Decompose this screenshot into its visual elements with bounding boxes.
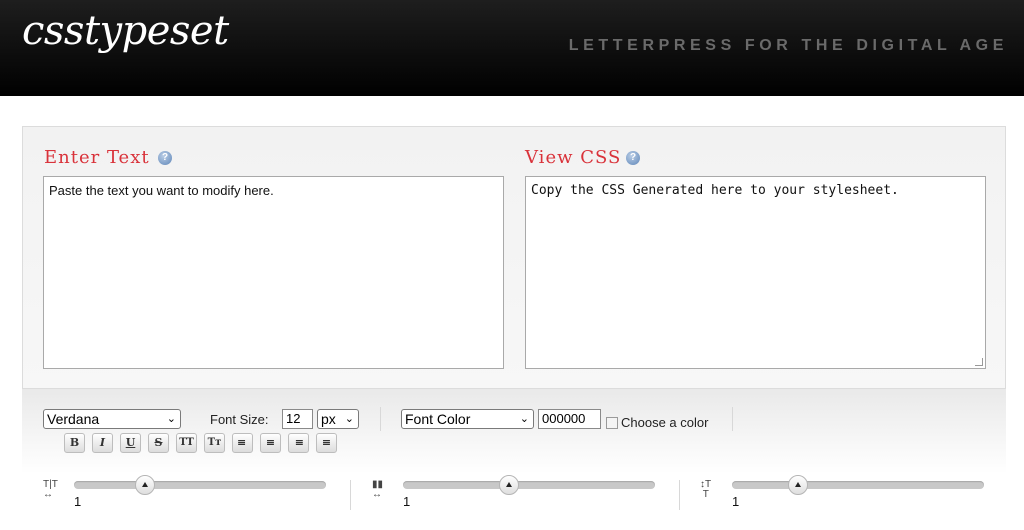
css-output-textarea[interactable]: Copy the CSS Generated here to your styl… (525, 176, 986, 369)
enter-text-placeholder: Paste the text you want to modify here. (49, 183, 274, 198)
line-height-icon: ↕T T (700, 479, 712, 500)
font-family-select[interactable]: Verdana ⌄ (43, 409, 181, 429)
uppercase-button[interactable]: TT (176, 433, 197, 453)
site-header: csstypeset LETTERPRESS FOR THE DIGITAL A… (0, 0, 1024, 96)
view-css-help-icon[interactable]: ? (626, 151, 640, 165)
font-size-label: Font Size: (210, 412, 269, 427)
enter-text-title: Enter Text (44, 147, 150, 168)
line-height-value: 1 (732, 494, 740, 509)
chevron-down-icon: ⌄ (166, 413, 176, 425)
toolbar-divider (732, 407, 733, 431)
align-left-button[interactable]: ≡ (232, 433, 253, 453)
letter-spacing-value: 1 (74, 494, 82, 509)
word-spacing-slider-handle[interactable] (498, 475, 519, 495)
chevron-down-icon: ⌄ (344, 413, 354, 425)
font-size-unit-value: px (321, 411, 336, 427)
italic-button[interactable]: I (92, 433, 113, 453)
font-color-hex-input[interactable]: 000000 (538, 409, 601, 429)
word-spacing-value: 1 (403, 494, 411, 509)
typography-toolbar: Verdana ⌄ Font Size: 12 px ⌄ Font Color … (22, 389, 1006, 530)
broken-image-icon (606, 417, 618, 429)
underline-button[interactable]: U (120, 433, 141, 453)
font-size-unit-select[interactable]: px ⌄ (317, 409, 359, 429)
site-tagline: LETTERPRESS FOR THE DIGITAL AGE (568, 37, 1008, 54)
choose-color-button[interactable]: Choose a color (621, 415, 708, 430)
justify-button[interactable]: ≡ (316, 433, 337, 453)
letter-spacing-slider-track[interactable] (74, 481, 326, 489)
line-height-slider-handle[interactable] (787, 475, 808, 495)
align-right-button[interactable]: ≡ (288, 433, 309, 453)
font-color-select[interactable]: Font Color ⌄ (401, 409, 534, 429)
css-output-text: Copy the CSS Generated here to your styl… (531, 183, 899, 198)
site-logo[interactable]: csstypeset (22, 8, 229, 54)
letter-spacing-slider-handle[interactable] (134, 475, 155, 495)
resize-handle-icon[interactable] (975, 358, 983, 366)
font-size-input[interactable]: 12 (282, 409, 313, 429)
view-css-title: View CSS (525, 147, 622, 168)
slider-divider (679, 480, 680, 510)
letter-spacing-icon: T|T ↔ (43, 479, 58, 500)
bold-button[interactable]: B (64, 433, 85, 453)
font-color-select-label: Font Color (405, 411, 471, 427)
chevron-down-icon: ⌄ (519, 413, 529, 425)
strikethrough-button[interactable]: S (148, 433, 169, 453)
enter-text-textarea[interactable]: Paste the text you want to modify here. (43, 176, 504, 369)
word-spacing-icon: ▮▮ ↔ (372, 479, 384, 500)
small-caps-button[interactable]: Tт (204, 433, 225, 453)
line-height-slider-track[interactable] (732, 481, 984, 489)
enter-text-help-icon[interactable]: ? (158, 151, 172, 165)
align-center-button[interactable]: ≡ (260, 433, 281, 453)
word-spacing-slider-track[interactable] (403, 481, 655, 489)
editor-panel: Enter Text ? Paste the text you want to … (22, 126, 1006, 389)
slider-divider (350, 480, 351, 510)
font-family-value: Verdana (47, 411, 100, 427)
toolbar-divider (380, 407, 381, 431)
